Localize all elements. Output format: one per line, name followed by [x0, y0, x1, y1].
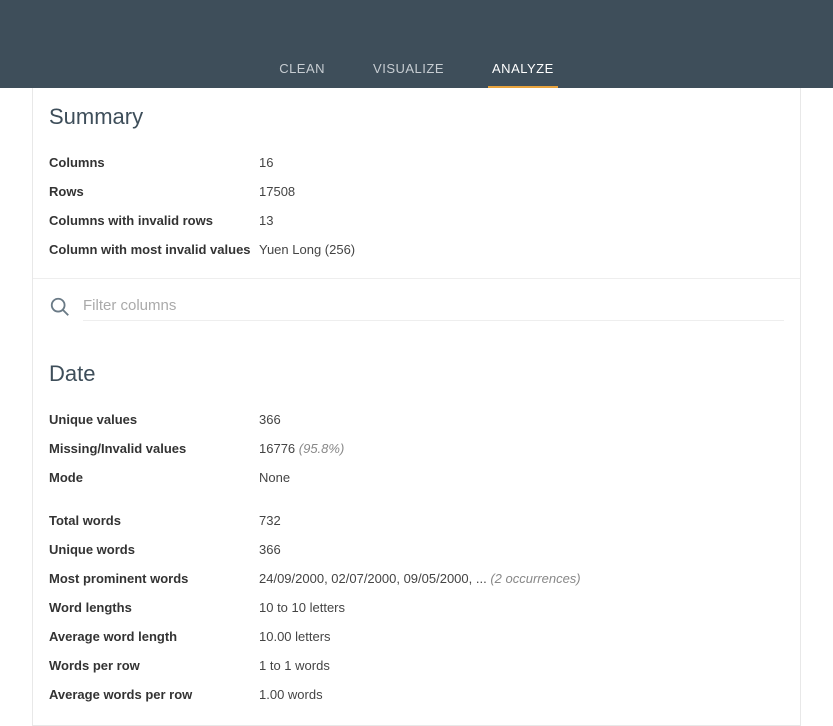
label-avg-word-len: Average word length [49, 629, 259, 644]
value-mode: None [259, 470, 290, 485]
date-title: Date [49, 361, 784, 387]
date-row-unique-words: Unique words 366 [49, 535, 784, 564]
search-icon [49, 296, 71, 318]
label-avg-words-per-row: Average words per row [49, 687, 259, 702]
date-row-mode: Mode None [49, 463, 784, 492]
summary-row-col-most-invalid: Column with most invalid values Yuen Lon… [49, 235, 784, 264]
value-word-lengths: 10 to 10 letters [259, 600, 345, 615]
value-missing-count: 16776 [259, 441, 295, 456]
value-rows: 17508 [259, 184, 295, 199]
label-unique-values: Unique values [49, 412, 259, 427]
date-row-unique-values: Unique values 366 [49, 405, 784, 434]
label-columns: Columns [49, 155, 259, 170]
date-section: Date Unique values 366 Missing/Invalid v… [33, 329, 800, 725]
label-prominent: Most prominent words [49, 571, 259, 586]
value-avg-word-len: 10.00 letters [259, 629, 331, 644]
summary-row-rows: Rows 17508 [49, 177, 784, 206]
date-row-prominent: Most prominent words 24/09/2000, 02/07/2… [49, 564, 784, 593]
analyze-panel: Summary Columns 16 Rows 17508 Columns wi… [32, 88, 801, 726]
date-row-avg-word-len: Average word length 10.00 letters [49, 622, 784, 651]
tab-visualize[interactable]: VISUALIZE [369, 49, 448, 88]
label-total-words: Total words [49, 513, 259, 528]
label-mode: Mode [49, 470, 259, 485]
value-cols-invalid: 13 [259, 213, 273, 228]
date-row-total-words: Total words 732 [49, 506, 784, 535]
app-header: CLEAN VISUALIZE ANALYZE [0, 0, 833, 88]
tab-bar: CLEAN VISUALIZE ANALYZE [275, 49, 558, 88]
value-avg-words-per-row: 1.00 words [259, 687, 323, 702]
date-row-avg-words-per-row: Average words per row 1.00 words [49, 680, 784, 709]
date-row-missing: Missing/Invalid values 16776 (95.8%) [49, 434, 784, 463]
label-col-most-invalid: Column with most invalid values [49, 242, 259, 257]
label-unique-words: Unique words [49, 542, 259, 557]
value-prominent: 24/09/2000, 02/07/2000, 09/05/2000, ... … [259, 571, 581, 586]
summary-title: Summary [49, 104, 784, 130]
summary-section: Summary Columns 16 Rows 17508 Columns wi… [33, 88, 800, 278]
summary-row-cols-invalid: Columns with invalid rows 13 [49, 206, 784, 235]
label-words-per-row: Words per row [49, 658, 259, 673]
value-columns: 16 [259, 155, 273, 170]
value-prominent-hint: (2 occurrences) [487, 571, 581, 586]
tab-clean[interactable]: CLEAN [275, 49, 329, 88]
label-rows: Rows [49, 184, 259, 199]
filter-bar [33, 278, 800, 329]
filter-columns-input[interactable] [83, 293, 784, 321]
value-col-most-invalid: Yuen Long (256) [259, 242, 355, 257]
date-row-word-lengths: Word lengths 10 to 10 letters [49, 593, 784, 622]
label-word-lengths: Word lengths [49, 600, 259, 615]
summary-row-columns: Columns 16 [49, 148, 784, 177]
value-words-per-row: 1 to 1 words [259, 658, 330, 673]
value-missing: 16776 (95.8%) [259, 441, 344, 456]
value-prominent-words: 24/09/2000, 02/07/2000, 09/05/2000, ... [259, 571, 487, 586]
label-cols-invalid: Columns with invalid rows [49, 213, 259, 228]
value-missing-pct: (95.8%) [295, 441, 344, 456]
label-missing: Missing/Invalid values [49, 441, 259, 456]
value-total-words: 732 [259, 513, 281, 528]
tab-analyze[interactable]: ANALYZE [488, 49, 558, 88]
value-unique-values: 366 [259, 412, 281, 427]
value-unique-words: 366 [259, 542, 281, 557]
